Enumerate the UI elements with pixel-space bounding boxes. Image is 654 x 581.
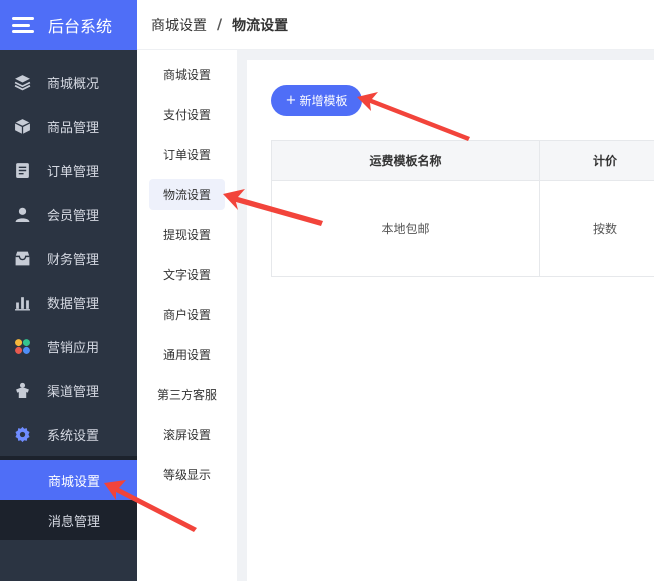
gear-icon xyxy=(15,426,30,442)
add-template-label: 新增模板 xyxy=(299,94,348,108)
sidebar-item-finance[interactable]: 财务管理 xyxy=(0,236,137,280)
sidebar-item-system-settings[interactable]: 系统设置 xyxy=(0,412,137,456)
table-cell-template-name: 本地包邮 xyxy=(271,180,540,277)
breadcrumb: 商城设置 / 物流设置 xyxy=(137,0,654,50)
main-content: + 新增模板 运费模板名称 计价 本地包邮 按数 xyxy=(247,60,654,581)
sidebar-item-label: 数据管理 xyxy=(47,296,100,312)
submenu-item-message-management[interactable]: 消息管理 xyxy=(0,500,137,540)
breadcrumb-parent[interactable]: 商城设置 xyxy=(151,15,207,35)
document-icon xyxy=(16,162,29,178)
subnav-item-label: 第三方客服 xyxy=(156,387,217,402)
subnav-item-label: 物流设置 xyxy=(148,178,225,210)
sidebar-item-label: 渠道管理 xyxy=(47,384,100,400)
sidebar-item-products[interactable]: 商品管理 xyxy=(0,104,137,148)
sidebar-item-overview[interactable]: 商城概况 xyxy=(0,60,137,104)
main-sidebar: 后台系统 商城概况 商品管理 订单管理 会员管理 财务管理 数据管理 营销应用 … xyxy=(0,0,137,581)
sidebar-item-orders[interactable]: 订单管理 xyxy=(0,148,137,192)
column-header-pricing: 计价 xyxy=(539,140,654,181)
subnav-item-third-party-service[interactable]: 第三方客服 xyxy=(137,374,237,414)
sidebar-item-label: 系统设置 xyxy=(47,428,100,444)
subnav-item-label: 通用设置 xyxy=(162,347,211,362)
app-title: 后台系统 xyxy=(48,17,113,36)
breadcrumb-separator: / xyxy=(217,16,223,33)
sidebar-item-data[interactable]: 数据管理 xyxy=(0,280,137,324)
sidebar-menu: 商城概况 商品管理 订单管理 会员管理 财务管理 数据管理 营销应用 渠道管理 xyxy=(0,50,137,456)
submenu-item-mall-settings[interactable]: 商城设置 xyxy=(0,460,137,500)
subnav-item-general[interactable]: 通用设置 xyxy=(137,334,237,374)
subnav-item-scroll[interactable]: 滚屏设置 xyxy=(137,414,237,454)
subnav-item-merchant[interactable]: 商户设置 xyxy=(137,294,237,334)
bar-chart-icon xyxy=(15,296,30,310)
subnav-item-level-display[interactable]: 等级显示 xyxy=(137,454,237,494)
sidebar-item-label: 会员管理 xyxy=(47,208,100,224)
subnav-item-label: 提现设置 xyxy=(162,227,211,242)
shipping-template-table: 运费模板名称 计价 本地包邮 按数 xyxy=(271,140,654,277)
subnav-item-label: 等级显示 xyxy=(162,467,211,482)
settings-subnav: 商城设置 支付设置 订单设置 物流设置 提现设置 文字设置 商户设置 通用设置 … xyxy=(137,50,237,581)
table-cell-pricing: 按数 xyxy=(539,180,654,277)
sidebar-item-label: 商城概况 xyxy=(47,76,100,92)
sidebar-item-channels[interactable]: 渠道管理 xyxy=(0,368,137,412)
subnav-item-withdraw[interactable]: 提现设置 xyxy=(137,214,237,254)
layers-icon xyxy=(14,74,31,90)
column-header-template-name: 运费模板名称 xyxy=(271,140,540,181)
user-icon xyxy=(15,207,30,222)
subnav-item-label: 文字设置 xyxy=(162,267,211,282)
sidebar-item-label: 商品管理 xyxy=(47,120,100,136)
breadcrumb-current: 物流设置 xyxy=(232,17,289,34)
sidebar-item-label: 财务管理 xyxy=(47,252,100,268)
subnav-item-order[interactable]: 订单设置 xyxy=(137,134,237,174)
table-row[interactable]: 本地包邮 按数 xyxy=(271,180,654,277)
main-content-viewport: + 新增模板 运费模板名称 计价 本地包邮 按数 xyxy=(247,60,654,581)
add-template-button[interactable]: + 新增模板 xyxy=(271,85,362,116)
subnav-item-label: 商城设置 xyxy=(162,67,211,82)
sidebar-item-label: 营销应用 xyxy=(47,340,100,356)
menu-toggle-icon[interactable] xyxy=(12,17,34,33)
sidebar-item-label: 订单管理 xyxy=(47,164,100,180)
table-header-row: 运费模板名称 计价 xyxy=(271,140,654,181)
system-settings-submenu: 商城设置 消息管理 xyxy=(0,456,137,540)
shirt-icon xyxy=(16,382,29,398)
subnav-item-logistics[interactable]: 物流设置 xyxy=(137,174,237,214)
subnav-item-payment[interactable]: 支付设置 xyxy=(137,94,237,134)
subnav-item-label: 订单设置 xyxy=(162,147,211,162)
subnav-item-text[interactable]: 文字设置 xyxy=(137,254,237,294)
subnav-item-mall[interactable]: 商城设置 xyxy=(137,54,237,94)
apps-icon xyxy=(15,338,30,354)
sidebar-item-marketing[interactable]: 营销应用 xyxy=(0,324,137,368)
subnav-item-label: 商户设置 xyxy=(162,307,211,322)
plus-icon: + xyxy=(285,93,297,108)
wallet-icon xyxy=(15,251,30,265)
app-logo-bar: 后台系统 xyxy=(0,0,137,50)
subnav-item-label: 滚屏设置 xyxy=(162,427,211,442)
box-icon xyxy=(14,118,31,134)
sidebar-item-members[interactable]: 会员管理 xyxy=(0,192,137,236)
subnav-item-label: 支付设置 xyxy=(162,107,211,122)
